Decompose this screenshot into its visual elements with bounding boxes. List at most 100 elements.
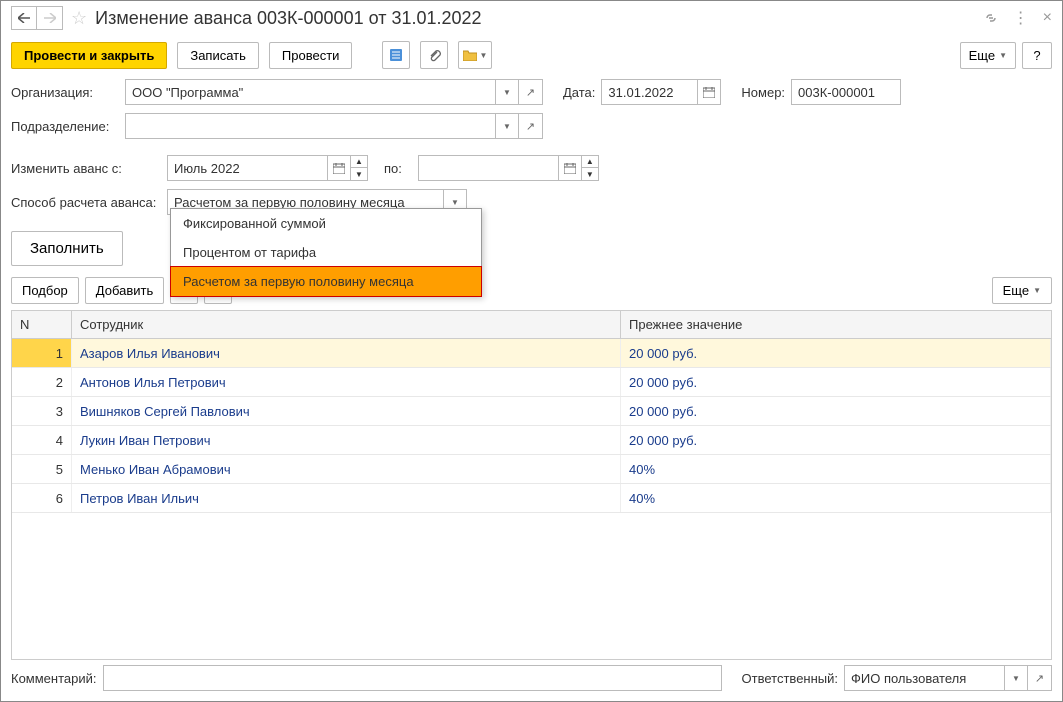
step-up-icon[interactable]: ▲: [351, 156, 367, 168]
folder-dropdown-button[interactable]: ▼: [458, 41, 492, 69]
grid-header: N Сотрудник Прежнее значение: [12, 311, 1051, 339]
org-open-button[interactable]: ↗: [519, 79, 543, 105]
dept-input-group: ▼ ↗: [125, 113, 543, 139]
to-month-input[interactable]: [418, 155, 558, 181]
step-down-icon[interactable]: ▼: [351, 168, 367, 180]
list-icon: [389, 48, 403, 62]
cell-n: 4: [12, 426, 72, 454]
pick-button[interactable]: Подбор: [11, 277, 79, 304]
list-icon-button[interactable]: [382, 41, 410, 69]
add-button[interactable]: Добавить: [85, 277, 164, 304]
cell-employee: Азаров Илья Иванович: [72, 339, 621, 367]
link-icon[interactable]: [983, 10, 999, 26]
cell-n: 1: [12, 339, 72, 367]
chevron-down-icon: ▼: [1033, 286, 1041, 295]
chevron-down-icon: ▼: [503, 122, 511, 131]
table-row[interactable]: 4 Лукин Иван Петрович 20 000 руб.: [12, 426, 1051, 455]
chevron-down-icon: ▼: [1012, 674, 1020, 683]
chevron-down-icon: ▼: [479, 51, 487, 60]
titlebar: ☆ Изменение аванса 003К-000001 от 31.01.…: [1, 1, 1062, 35]
cell-n: 5: [12, 455, 72, 483]
cell-prev: 20 000 руб.: [621, 397, 1051, 425]
cell-prev: 20 000 руб.: [621, 368, 1051, 396]
table-row[interactable]: 6 Петров Иван Ильич 40%: [12, 484, 1051, 513]
dept-input[interactable]: [125, 113, 495, 139]
org-select-button[interactable]: ▼: [495, 79, 519, 105]
date-calendar-button[interactable]: [697, 79, 721, 105]
conduct-button[interactable]: Провести: [269, 42, 353, 69]
table-more-button[interactable]: Еще ▼: [992, 277, 1052, 304]
from-month-input[interactable]: Июль 2022: [167, 155, 327, 181]
from-stepper[interactable]: ▲ ▼: [351, 155, 368, 181]
dropdown-option-percent[interactable]: Процентом от тарифа: [171, 238, 481, 267]
to-calendar-button[interactable]: [558, 155, 582, 181]
from-calendar-button[interactable]: [327, 155, 351, 181]
help-button[interactable]: ?: [1022, 42, 1052, 69]
step-down-icon[interactable]: ▼: [582, 168, 598, 180]
calendar-icon: [564, 162, 576, 174]
table-row[interactable]: 5 Менько Иван Абрамович 40%: [12, 455, 1051, 484]
period-row: Изменить аванс с: Июль 2022 ▲ ▼ по: ▲ ▼: [1, 151, 1062, 185]
dept-row: Подразделение: ▼ ↗: [1, 109, 1062, 143]
kebab-menu-icon[interactable]: ⋮: [1013, 8, 1029, 28]
save-button[interactable]: Записать: [177, 42, 259, 69]
responsible-open-button[interactable]: ↗: [1028, 665, 1052, 691]
responsible-select-button[interactable]: ▼: [1004, 665, 1028, 691]
grid-body: 1 Азаров Илья Иванович 20 000 руб. 2 Ант…: [12, 339, 1051, 659]
dept-open-button[interactable]: ↗: [519, 113, 543, 139]
attach-icon-button[interactable]: [420, 41, 448, 69]
chevron-down-icon: ▼: [451, 198, 459, 207]
cell-employee: Лукин Иван Петрович: [72, 426, 621, 454]
employee-grid: N Сотрудник Прежнее значение 1 Азаров Ил…: [11, 310, 1052, 660]
date-input-group: 31.01.2022: [601, 79, 721, 105]
calc-method-row: Способ расчета аванса: Расчетом за перву…: [1, 185, 1062, 219]
table-row[interactable]: 3 Вишняков Сергей Павлович 20 000 руб.: [12, 397, 1051, 426]
cell-n: 3: [12, 397, 72, 425]
table-row[interactable]: 1 Азаров Илья Иванович 20 000 руб.: [12, 339, 1051, 368]
dropdown-option-fixed[interactable]: Фиксированной суммой: [171, 209, 481, 238]
org-input-group: ООО "Программа" ▼ ↗: [125, 79, 543, 105]
nav-forward-button[interactable]: [37, 6, 63, 30]
dept-label: Подразделение:: [11, 119, 119, 134]
close-icon[interactable]: ×: [1043, 9, 1052, 27]
favorite-star-icon[interactable]: ☆: [71, 8, 87, 29]
chevron-down-icon: ▼: [999, 51, 1007, 60]
main-toolbar: Провести и закрыть Записать Провести ▼ Е…: [1, 35, 1062, 75]
org-input[interactable]: ООО "Программа": [125, 79, 495, 105]
open-icon: ↗: [526, 86, 535, 99]
chevron-down-icon: ▼: [503, 88, 511, 97]
calendar-icon: [333, 162, 345, 174]
dept-select-button[interactable]: ▼: [495, 113, 519, 139]
cell-employee: Менько Иван Абрамович: [72, 455, 621, 483]
col-header-prev[interactable]: Прежнее значение: [621, 311, 1051, 338]
cell-prev: 20 000 руб.: [621, 426, 1051, 454]
dropdown-option-first-half[interactable]: Расчетом за первую половину месяца: [170, 266, 482, 297]
window-title: Изменение аванса 003К-000001 от 31.01.20…: [95, 8, 481, 29]
org-date-number-row: Организация: ООО "Программа" ▼ ↗ Дата: 3…: [1, 75, 1062, 109]
step-up-icon[interactable]: ▲: [582, 156, 598, 168]
table-toolbar: Подбор Добавить Еще ▼: [1, 270, 1062, 310]
nav-back-button[interactable]: [11, 6, 37, 30]
conduct-and-close-button[interactable]: Провести и закрыть: [11, 42, 167, 69]
more-button[interactable]: Еще ▼: [960, 42, 1016, 69]
number-input[interactable]: 003К-000001: [791, 79, 901, 105]
to-label: по:: [384, 161, 402, 176]
to-stepper[interactable]: ▲ ▼: [582, 155, 599, 181]
responsible-group: ФИО пользователя ▼ ↗: [844, 665, 1052, 691]
date-input[interactable]: 31.01.2022: [601, 79, 697, 105]
comment-label: Комментарий:: [11, 671, 97, 686]
col-header-n[interactable]: N: [12, 311, 72, 338]
date-label: Дата:: [563, 85, 595, 100]
cell-prev: 40%: [621, 484, 1051, 512]
col-header-employee[interactable]: Сотрудник: [72, 311, 621, 338]
fill-row: Заполнить: [1, 227, 1062, 270]
cell-n: 6: [12, 484, 72, 512]
to-month-group: ▲ ▼: [418, 155, 599, 181]
arrow-right-icon: [44, 13, 56, 23]
responsible-input[interactable]: ФИО пользователя: [844, 665, 1004, 691]
fill-button[interactable]: Заполнить: [11, 231, 123, 266]
table-row[interactable]: 2 Антонов Илья Петрович 20 000 руб.: [12, 368, 1051, 397]
number-label: Номер:: [741, 85, 785, 100]
open-icon: ↗: [1035, 672, 1044, 685]
comment-input[interactable]: [103, 665, 722, 691]
